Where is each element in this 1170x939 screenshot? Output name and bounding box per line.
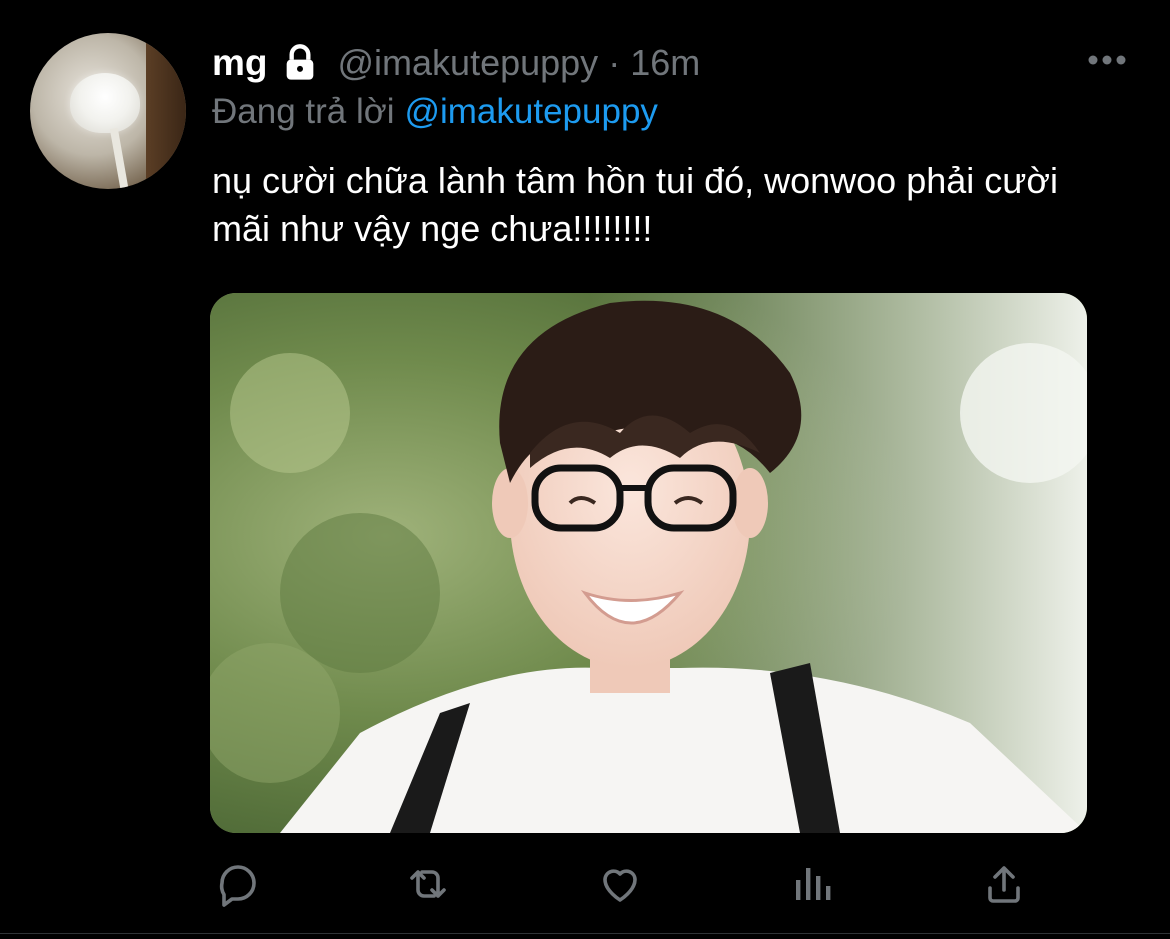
divider (0, 933, 1170, 934)
replying-to-line: Đang trả lời @imakutepuppy (212, 92, 658, 132)
lock-icon (286, 44, 313, 80)
tweet-timestamp[interactable]: 16m (630, 42, 700, 84)
analytics-icon[interactable] (788, 860, 836, 908)
avatar[interactable] (30, 33, 186, 189)
more-icon[interactable] (1086, 50, 1128, 70)
avatar-frame-decoration (146, 33, 186, 189)
replying-to-label: Đang trả lời (212, 92, 395, 131)
display-name[interactable]: mg (212, 42, 268, 84)
reply-icon[interactable] (214, 860, 262, 908)
replying-to-handle[interactable]: @imakutepuppy (404, 92, 657, 131)
avatar-flower-image (70, 73, 140, 133)
share-icon[interactable] (980, 860, 1028, 908)
photo-illustration (210, 293, 1087, 833)
avatar-flower-stem (109, 127, 129, 189)
tweet-action-bar (0, 852, 1170, 916)
tweet-text: nụ cười chữa lành tâm hồn tui đó, wonwoo… (212, 160, 1058, 249)
tweet-header: mg @imakutepuppy · 16m (212, 40, 700, 86)
separator-dot: · (608, 42, 621, 83)
retweet-icon[interactable] (404, 860, 452, 908)
heart-icon[interactable] (596, 860, 644, 908)
user-handle[interactable]: @imakutepuppy (338, 42, 599, 84)
tweet-media-photo[interactable] (210, 293, 1087, 833)
